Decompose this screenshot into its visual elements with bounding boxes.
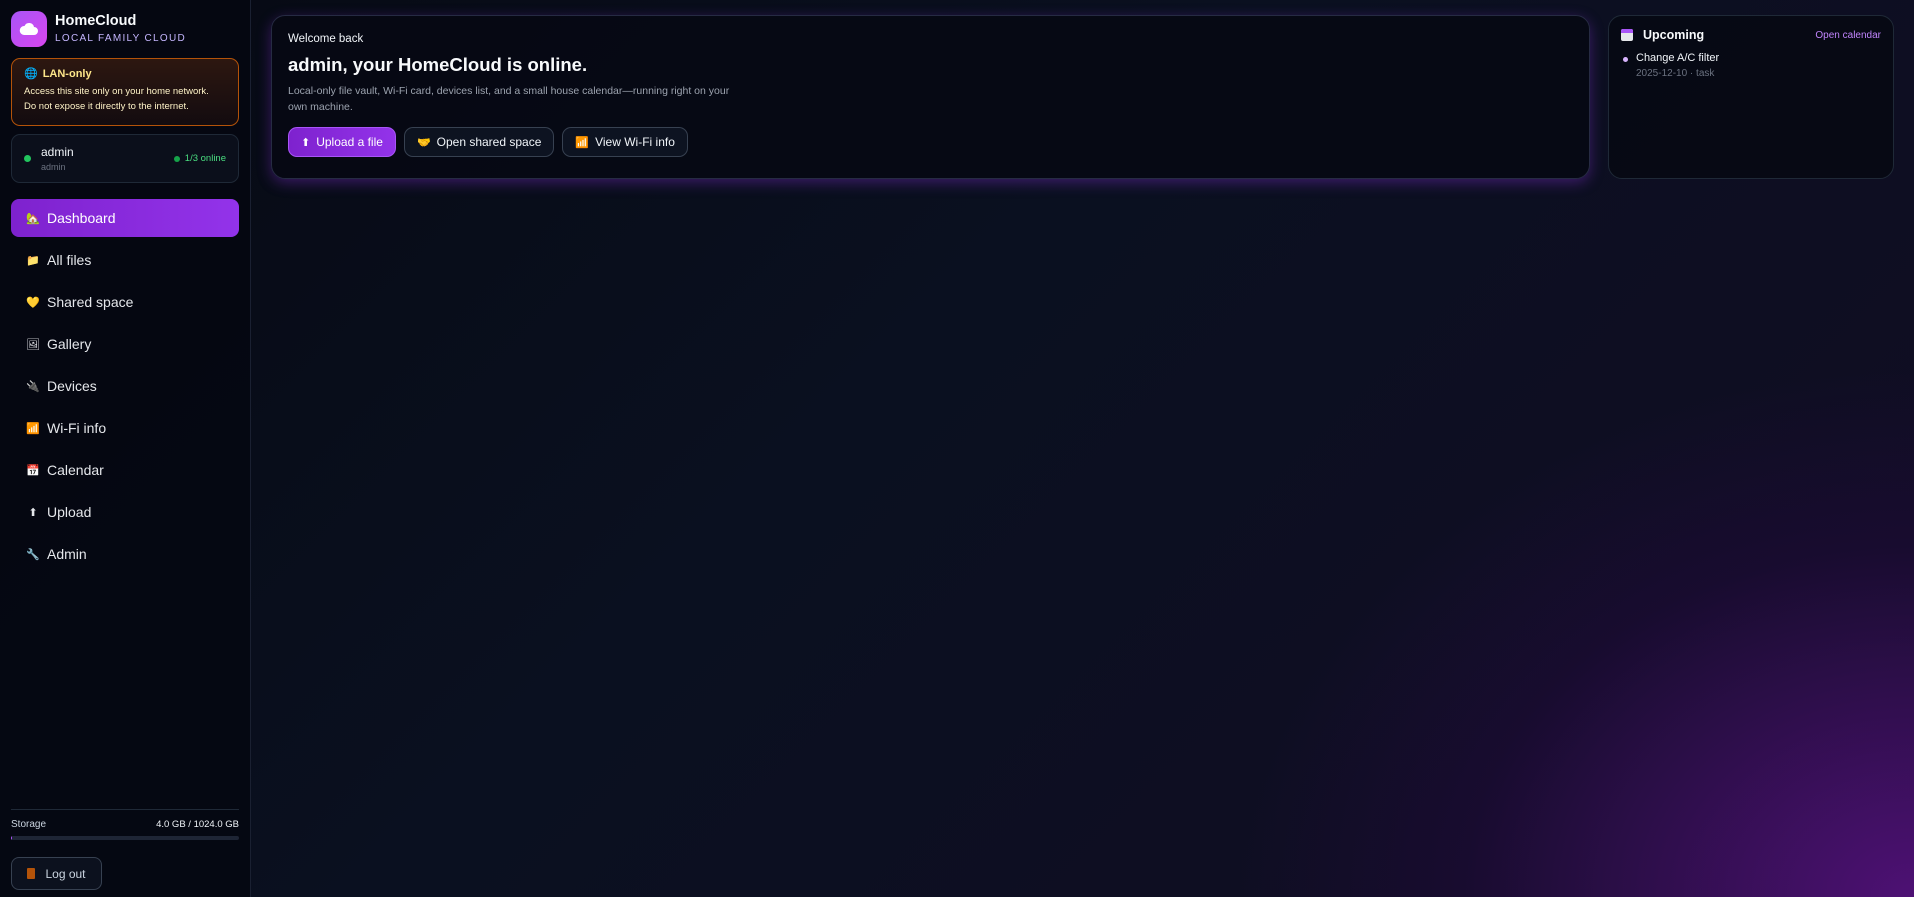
list-item[interactable]: Change A/C filter 2025-12-10 · task (1621, 51, 1881, 81)
user-name: admin (41, 144, 74, 159)
upload-file-label: Upload a file (316, 135, 383, 149)
folder-icon: 📁 (26, 254, 40, 267)
welcome-description: Local-only file vault, Wi-Fi card, devic… (288, 85, 730, 113)
user-card: admin admin 1/3 online (11, 134, 239, 183)
sidebar-item-label: Admin (47, 546, 87, 562)
sidebar-item-wifi-info[interactable]: 📶 Wi-Fi info (11, 409, 239, 447)
sidebar-item-label: Shared space (47, 294, 134, 310)
signal-icon: 📶 (575, 136, 590, 149)
calendar-icon (1621, 29, 1633, 41)
page-title: admin, your HomeCloud is online. (288, 54, 588, 75)
online-dot-icon (173, 155, 180, 162)
brand-name: HomeCloud (55, 12, 137, 29)
event-meta: 2025-12-10 · task (1636, 68, 1715, 79)
sidebar-item-all-files[interactable]: 📁 All files (11, 241, 239, 279)
sidebar-item-label: Wi-Fi info (47, 420, 107, 436)
signal-icon: 📶 (26, 422, 40, 435)
sidebar-item-label: Gallery (47, 336, 92, 352)
lan-notice-title: LAN-only (42, 67, 92, 80)
logout-button[interactable]: Log out (11, 857, 102, 890)
storage-bar-fill (11, 836, 13, 840)
cloud-icon (11, 11, 47, 47)
brand[interactable]: HomeCloud LOCAL FAMILY CLOUD (11, 11, 239, 47)
sidebar-item-label: Upload (47, 504, 92, 520)
wrench-icon: 🔧 (26, 548, 40, 561)
sidebar-item-admin[interactable]: 🔧 Admin (11, 535, 239, 573)
upcoming-card: Upcoming Open calendar Change A/C filter… (1608, 15, 1894, 179)
status-dot-icon (24, 155, 31, 162)
lan-notice-line2: Do not expose it directly to the interne… (24, 101, 189, 112)
welcome-card: Welcome back admin, your HomeCloud is on… (271, 15, 1590, 179)
storage-meter: Storage 4.0 GB / 1024.0 GB (11, 809, 239, 840)
sidebar-item-gallery[interactable]: 🖼 Gallery (11, 325, 239, 363)
upload-file-button[interactable]: ⬆ Upload a file (288, 127, 396, 157)
view-wifi-info-label: View Wi-Fi info (595, 135, 675, 149)
upload-icon: ⬆ (301, 136, 311, 149)
sidebar-item-label: Calendar (47, 462, 104, 478)
plug-icon: 🔌 (26, 380, 40, 393)
sidebar-item-upload[interactable]: ⬆ Upload (11, 493, 239, 531)
sidebar-item-shared-space[interactable]: 💛 Shared space (11, 283, 239, 321)
open-calendar-link[interactable]: Open calendar (1815, 30, 1881, 41)
sidebar: HomeCloud LOCAL FAMILY CLOUD 🌐 LAN-only … (0, 0, 251, 897)
sidebar-item-calendar[interactable]: 📅 Calendar (11, 451, 239, 489)
house-icon: 🏡 (26, 212, 40, 225)
sidebar-nav: 🏡 Dashboard 📁 All files 💛 Shared space 🖼… (11, 199, 239, 573)
sidebar-item-label: Devices (47, 378, 97, 394)
welcome-actions: ⬆ Upload a file 🤝 Open shared space 📶 Vi… (288, 127, 1573, 157)
storage-value: 4.0 GB / 1024.0 GB (156, 819, 239, 830)
online-count: 1/3 online (184, 153, 226, 164)
sidebar-item-devices[interactable]: 🔌 Devices (11, 367, 239, 405)
globe-icon: 🌐 (24, 68, 38, 80)
upcoming-title: Upcoming (1643, 28, 1705, 42)
handshake-icon: 🤝 (416, 136, 431, 149)
open-shared-space-button[interactable]: 🤝 Open shared space (403, 127, 555, 157)
event-name: Change A/C filter (1636, 52, 1720, 64)
welcome-kicker: Welcome back (288, 33, 364, 45)
view-wifi-info-button[interactable]: 📶 View Wi-Fi info (562, 127, 688, 157)
picture-icon: 🖼 (26, 338, 40, 351)
sidebar-item-label: Dashboard (47, 210, 116, 226)
logout-label: Log out (45, 866, 86, 881)
bullet-icon (1623, 57, 1628, 62)
storage-bar (11, 836, 239, 840)
brand-subtitle: LOCAL FAMILY CLOUD (55, 32, 187, 44)
user-role: admin (41, 161, 66, 172)
sidebar-item-label: All files (47, 252, 92, 268)
upload-icon: ⬆ (28, 506, 38, 519)
open-shared-space-label: Open shared space (436, 135, 542, 149)
heart-icon: 💛 (26, 296, 40, 309)
online-count-badge: 1/3 online (173, 153, 226, 164)
sidebar-item-dashboard[interactable]: 🏡 Dashboard (11, 199, 239, 237)
door-icon (27, 868, 36, 879)
lan-only-notice: 🌐 LAN-only Access this site only on your… (11, 58, 239, 126)
lan-notice-line1: Access this site only on your home netwo… (24, 86, 209, 97)
storage-label: Storage (11, 819, 47, 830)
calendar-icon: 📅 (26, 464, 40, 477)
